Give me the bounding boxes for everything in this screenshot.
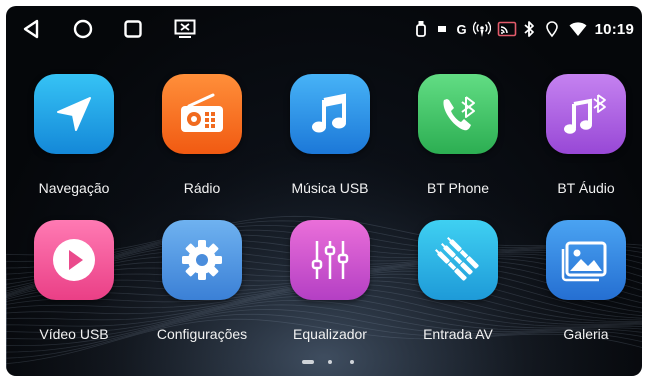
app-label: Entrada AV [423, 326, 493, 342]
equalizer-icon [290, 220, 370, 300]
home-icon[interactable] [70, 16, 96, 42]
music-note-icon [290, 74, 370, 154]
app-label: Equalizador [293, 326, 367, 342]
back-icon[interactable] [18, 16, 44, 42]
app-bt-phone[interactable]: BT Phone [398, 74, 518, 214]
status-bar: G 10:19 [6, 6, 642, 52]
page-indicator [296, 356, 356, 368]
app-musica-usb[interactable]: Música USB [270, 74, 390, 214]
app-label: Música USB [291, 180, 369, 196]
hotspot-icon [472, 20, 491, 38]
usb-icon [415, 20, 427, 38]
app-label: Navegação [38, 180, 110, 196]
app-label: Configurações [156, 326, 248, 342]
radio-icon [162, 74, 242, 154]
app-radio[interactable]: Rádio [142, 74, 262, 214]
app-label: Vídeo USB [39, 326, 109, 342]
app-navegacao[interactable]: Navegação [14, 74, 134, 214]
clock: 10:19 [594, 20, 634, 38]
play-icon [34, 220, 114, 300]
bluetooth-music-icon [546, 74, 626, 154]
recents-icon[interactable] [120, 16, 146, 42]
app-label: Rádio [183, 180, 221, 196]
app-video-usb[interactable]: Vídeo USB [14, 220, 134, 360]
sd-card-icon [437, 24, 447, 34]
head-unit-screen: G 10:19 Navegação Rádio Música USB BT Ph… [6, 6, 642, 376]
cast-icon [497, 21, 517, 37]
page-dot[interactable] [328, 360, 332, 364]
app-configuracoes[interactable]: Configurações [142, 220, 262, 360]
page-dot[interactable] [350, 360, 354, 364]
app-equalizador[interactable]: Equalizador [270, 220, 390, 360]
wifi-icon [569, 21, 587, 37]
bluetooth-icon [523, 20, 535, 38]
status-icons: G 10:19 [415, 16, 635, 42]
av-cable-icon [418, 220, 498, 300]
gear-icon [162, 220, 242, 300]
app-entrada-av[interactable]: Entrada AV [398, 220, 518, 360]
page-dot-active[interactable] [302, 360, 314, 364]
app-label: Galeria [563, 326, 609, 342]
bluetooth-phone-icon [418, 74, 498, 154]
screen-mirror-icon[interactable] [172, 16, 198, 42]
navigation-arrow-icon [34, 74, 114, 154]
location-icon [545, 20, 559, 38]
app-label: BT Phone [426, 180, 489, 196]
app-bt-audio[interactable]: BT Áudio [526, 74, 642, 214]
app-galeria[interactable]: Galeria [526, 220, 642, 360]
g-network-icon: G [456, 21, 467, 37]
app-label: BT Áudio [557, 180, 615, 196]
gallery-icon [546, 220, 626, 300]
